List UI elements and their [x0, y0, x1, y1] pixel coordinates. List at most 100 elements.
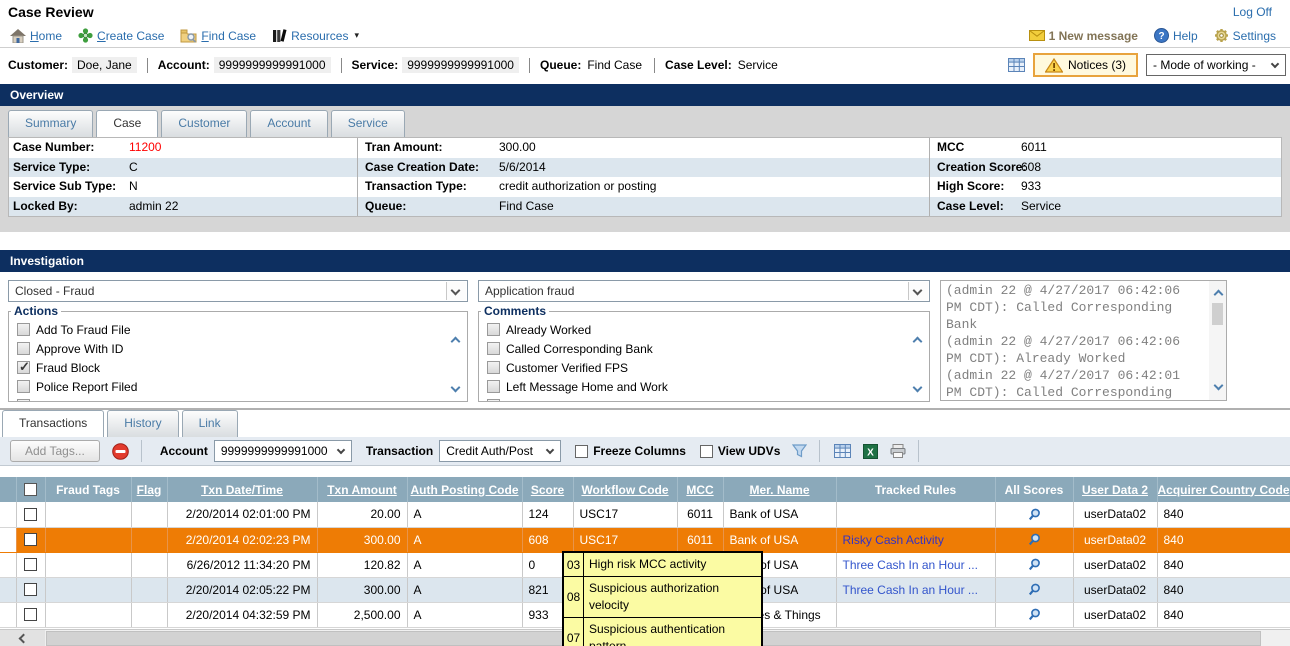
col-fraud-tags: Fraud Tags — [45, 477, 131, 502]
action-checkbox-item[interactable] — [17, 398, 30, 401]
grid-view-icon[interactable] — [834, 444, 851, 458]
tab-link[interactable]: Link — [182, 410, 238, 437]
comment-checkbox-item[interactable]: Left Message Home and Work — [487, 379, 668, 394]
tab-summary[interactable]: Summary — [8, 110, 93, 137]
notices-button[interactable]: Notices (3) — [1033, 53, 1138, 77]
remove-tag-icon[interactable] — [112, 443, 129, 460]
tab-account[interactable]: Account — [250, 110, 327, 137]
action-checkbox-item[interactable]: Approve With ID — [17, 341, 123, 356]
nav-find-case[interactable]: Find Case — [180, 29, 256, 43]
checkbox-unchecked[interactable] — [487, 342, 500, 355]
nav-resources[interactable]: Resources ▾ — [272, 29, 359, 43]
col-workflow-code[interactable]: Workflow Code — [573, 477, 677, 502]
row-checkbox[interactable] — [16, 577, 45, 602]
transaction-row-selected[interactable]: 2/20/2014 02:02:23 PM 300.00 A 608 USC17… — [0, 527, 1290, 552]
nav-create-case[interactable]: Create Case — [78, 28, 164, 43]
action-checkbox-item[interactable]: Add To Fraud File — [17, 322, 131, 337]
case-number-value: 11200 — [129, 138, 161, 158]
nav-help[interactable]: ? Help — [1154, 28, 1198, 43]
mode-of-working-select[interactable]: - Mode of working - — [1146, 54, 1286, 76]
col-txn-amount[interactable]: Txn Amount — [317, 477, 407, 502]
nav-home[interactable]: Home — [10, 29, 62, 43]
magnifier-icon[interactable] — [1002, 533, 1067, 546]
all-scores-cell[interactable] — [995, 577, 1073, 602]
magnifier-icon[interactable] — [1002, 608, 1067, 621]
tab-service[interactable]: Service — [331, 110, 405, 137]
log-off-link[interactable]: Log Off — [1233, 5, 1272, 19]
investigation-notes-textarea[interactable]: (admin 22 @ 4/27/2017 06:42:06 PM CDT): … — [940, 280, 1227, 401]
row-checkbox[interactable] — [16, 552, 45, 577]
row-checkbox[interactable] — [16, 502, 45, 527]
disposition-select[interactable]: Closed - Fraud — [8, 280, 468, 302]
action-checkbox-item[interactable]: Fraud Block — [17, 360, 100, 375]
filter-funnel-icon[interactable] — [792, 444, 807, 458]
all-scores-cell[interactable] — [995, 502, 1073, 527]
checkbox-unchecked[interactable] — [17, 399, 30, 401]
transaction-row[interactable]: 2/20/2014 02:01:00 PM 20.00 A 124 USC17 … — [0, 502, 1290, 527]
nav-settings[interactable]: Settings — [1214, 28, 1276, 43]
all-scores-cell[interactable] — [995, 527, 1073, 552]
checkbox-unchecked[interactable] — [487, 361, 500, 374]
txn-date-cell: 2/20/2014 02:02:23 PM — [167, 527, 317, 552]
print-icon[interactable] — [890, 444, 906, 458]
scroll-up-icon[interactable] — [914, 334, 921, 348]
action-checkbox-item[interactable]: Police Report Filed — [17, 379, 137, 394]
comment-checkbox-item[interactable]: Already Worked — [487, 322, 591, 337]
scroll-up-icon[interactable] — [1215, 287, 1222, 301]
new-message-link[interactable]: 1 New message — [1029, 29, 1138, 43]
checkbox-checked[interactable] — [17, 361, 30, 374]
freeze-columns-checkbox[interactable]: Freeze Columns — [575, 444, 686, 458]
view-udvs-label: View UDVs — [718, 444, 780, 458]
overview-section-header: Overview — [0, 84, 1290, 106]
checkbox-unchecked[interactable] — [700, 445, 713, 458]
col-flag[interactable]: Flag — [131, 477, 167, 502]
scroll-down-icon[interactable] — [452, 380, 459, 394]
nav-home-label: Home — [30, 29, 62, 43]
magnifier-icon[interactable] — [1002, 583, 1067, 596]
scroll-left-button[interactable] — [0, 630, 45, 646]
col-mer-name[interactable]: Mer. Name — [723, 477, 836, 502]
account-select[interactable]: 9999999999991000 — [214, 440, 352, 462]
scroll-down-icon[interactable] — [914, 380, 921, 394]
magnifier-icon[interactable] — [1002, 508, 1067, 521]
row-checkbox[interactable] — [16, 527, 45, 552]
col-user-data-2[interactable]: User Data 2 — [1073, 477, 1157, 502]
comment-checkbox-item[interactable] — [487, 398, 500, 401]
fraud-tags-cell — [45, 502, 131, 527]
view-udvs-checkbox[interactable]: View UDVs — [700, 444, 780, 458]
notes-scrollbar[interactable] — [1209, 281, 1226, 400]
tab-history[interactable]: History — [107, 410, 178, 437]
tab-transactions[interactable]: Transactions — [2, 410, 104, 437]
scroll-down-icon[interactable] — [1215, 378, 1222, 392]
scroll-up-icon[interactable] — [452, 334, 459, 348]
checkbox-unchecked[interactable] — [575, 445, 588, 458]
checkbox-unchecked[interactable] — [17, 380, 30, 393]
export-excel-icon[interactable]: X — [863, 444, 878, 459]
transaction-select[interactable]: Credit Auth/Post — [439, 440, 561, 462]
fraud-type-select[interactable]: Application fraud — [478, 280, 930, 302]
tab-case[interactable]: Case — [96, 110, 158, 137]
checkbox-unchecked[interactable] — [487, 399, 500, 401]
all-scores-cell[interactable] — [995, 552, 1073, 577]
select-all-checkbox[interactable] — [16, 477, 45, 502]
checkbox-unchecked[interactable] — [487, 323, 500, 336]
col-auth-posting-code[interactable]: Auth Posting Code — [407, 477, 522, 502]
checkbox-unchecked[interactable] — [487, 380, 500, 393]
col-acquirer-country-code[interactable]: Acquirer Country Code — [1157, 477, 1290, 502]
checkbox-unchecked[interactable] — [17, 342, 30, 355]
case-review-page: Case Review Log Off Home Create Case Fin… — [0, 0, 1290, 646]
nav-find-case-label: Find Case — [201, 29, 256, 43]
col-txn-date-time[interactable]: Txn Date/Time — [167, 477, 317, 502]
grid-view-icon[interactable] — [1008, 58, 1025, 72]
comment-checkbox-item[interactable]: Customer Verified FPS — [487, 360, 628, 375]
add-tags-button[interactable]: Add Tags... — [10, 440, 100, 462]
row-checkbox[interactable] — [16, 602, 45, 627]
scrollbar-thumb[interactable] — [1212, 303, 1223, 325]
col-score[interactable]: Score — [522, 477, 573, 502]
col-mcc[interactable]: MCC — [677, 477, 723, 502]
checkbox-unchecked[interactable] — [17, 323, 30, 336]
tab-customer[interactable]: Customer — [161, 110, 247, 137]
all-scores-cell[interactable] — [995, 602, 1073, 627]
magnifier-icon[interactable] — [1002, 558, 1067, 571]
comment-checkbox-item[interactable]: Called Corresponding Bank — [487, 341, 653, 356]
